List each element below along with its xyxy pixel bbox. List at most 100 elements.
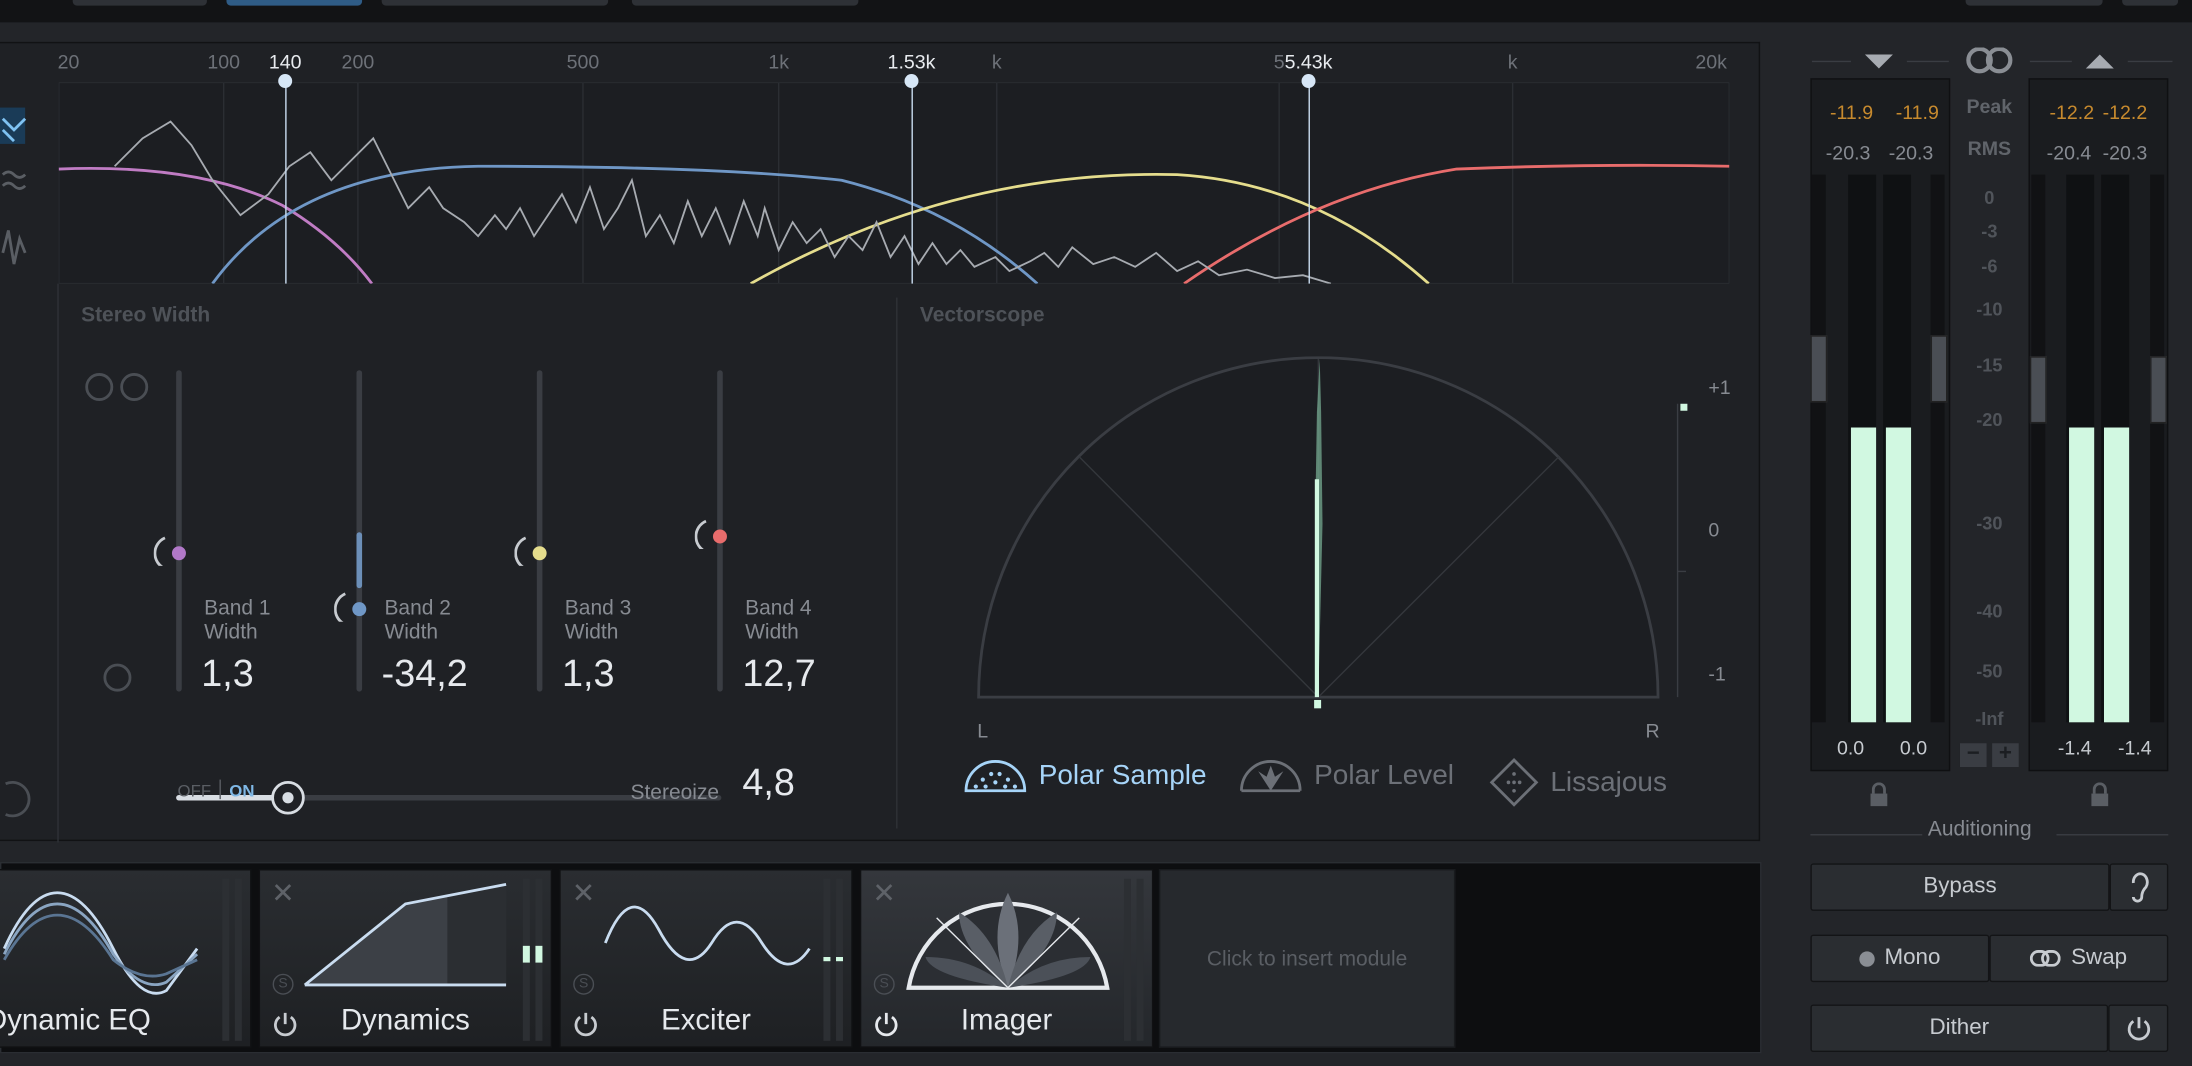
tool-icons[interactable] bbox=[0, 99, 39, 281]
band-3-width-handle[interactable] bbox=[514, 532, 548, 566]
module-name: Imager bbox=[960, 1004, 1053, 1037]
output-lock-icon[interactable] bbox=[2089, 782, 2111, 807]
top-toolbar bbox=[0, 0, 2192, 23]
tab-polar-level[interactable]: Polar Level bbox=[1239, 757, 1454, 793]
solo-module-icon[interactable]: S bbox=[272, 973, 294, 995]
remove-module-icon[interactable]: ✕ bbox=[271, 876, 294, 911]
insert-module-slot[interactable]: Click to insert module bbox=[1158, 868, 1456, 1048]
module-name: Exciter bbox=[661, 1004, 751, 1037]
polar-sample-icon bbox=[964, 760, 1027, 793]
swap-button[interactable]: Swap bbox=[1989, 934, 2169, 983]
band-1-width-track[interactable] bbox=[176, 370, 182, 692]
solo-module-icon[interactable]: S bbox=[573, 973, 595, 995]
input-gain-fader-right[interactable] bbox=[1930, 335, 1948, 403]
crossover-frequency[interactable]: 140 bbox=[269, 50, 302, 72]
toolbar-button[interactable] bbox=[381, 0, 609, 6]
crossover-line[interactable] bbox=[1308, 82, 1310, 284]
module-level-r bbox=[836, 957, 843, 962]
band-1-width-handle[interactable] bbox=[153, 532, 188, 566]
input-gain-fader-left[interactable] bbox=[1810, 335, 1828, 403]
stereoize-on-label[interactable]: ON bbox=[229, 781, 254, 801]
toolbar-button[interactable] bbox=[72, 0, 207, 6]
toolbar-button[interactable] bbox=[631, 0, 859, 6]
solo-icon[interactable] bbox=[101, 661, 137, 697]
toolbar-button[interactable] bbox=[1965, 0, 2103, 6]
auditioning-rule-right bbox=[2056, 834, 2169, 836]
band-3-width-track[interactable] bbox=[536, 370, 543, 692]
module-exciter[interactable]: ✕ S Exciter bbox=[559, 868, 853, 1048]
remove-module-icon[interactable]: ✕ bbox=[872, 876, 895, 911]
band-sub-label: Width bbox=[564, 620, 619, 645]
band-1-label: Band 1 Width bbox=[204, 597, 270, 645]
meter-scale-label: 0 bbox=[1984, 187, 1995, 209]
left-separator bbox=[57, 283, 59, 843]
ear-button[interactable] bbox=[2109, 863, 2169, 911]
rms-label: RMS bbox=[1967, 136, 2012, 160]
meter-scale-label: -3 bbox=[1981, 220, 1998, 242]
off-on-divider bbox=[219, 779, 221, 800]
freq-label: 500 bbox=[566, 50, 600, 73]
output-gain-fader-left[interactable] bbox=[2029, 356, 2047, 424]
output-gain-track-right bbox=[2150, 174, 2165, 723]
band-4-width-handle[interactable] bbox=[694, 516, 729, 550]
crossover-frequency[interactable]: 1.53k bbox=[888, 50, 936, 72]
mono-button[interactable]: Mono bbox=[1810, 934, 1990, 983]
decrease-range-button[interactable]: − bbox=[1959, 743, 1987, 768]
dither-power-button[interactable] bbox=[2108, 1004, 2169, 1053]
band-4-width-value[interactable]: 12,7 bbox=[742, 652, 815, 695]
output-out-left: -1.4 bbox=[2057, 736, 2092, 759]
crossover-frequency[interactable]: 5.43k bbox=[1285, 50, 1333, 72]
crossover-handle[interactable] bbox=[278, 74, 293, 89]
insert-module-label: Click to insert module bbox=[1206, 946, 1408, 971]
band-3-label: Band 3 Width bbox=[565, 597, 631, 645]
crossover-handle[interactable] bbox=[1301, 74, 1316, 89]
input-peak-left: -11.9 bbox=[1829, 100, 1874, 123]
crossover-handle[interactable] bbox=[904, 74, 919, 89]
bypass-label: Bypass bbox=[1923, 874, 1997, 899]
band-2-label: Band 2 Width bbox=[384, 597, 450, 645]
toolbar-button-active[interactable] bbox=[226, 0, 363, 6]
stereoize-knob[interactable] bbox=[271, 780, 305, 815]
module-dynamic-eq[interactable]: Dynamic EQ bbox=[0, 868, 252, 1048]
band-1-width-value[interactable]: 1,3 bbox=[201, 652, 253, 695]
dynamic-eq-icon bbox=[2, 891, 199, 995]
band-2-width-fill bbox=[356, 532, 363, 589]
tab-polar-sample[interactable]: Polar Sample bbox=[963, 757, 1207, 793]
band-2-width-value[interactable]: -34,2 bbox=[382, 652, 468, 695]
input-rms-right: -20.3 bbox=[1888, 141, 1934, 164]
output-level-right bbox=[2103, 427, 2130, 723]
dynamics-icon bbox=[303, 882, 507, 987]
crossover-line[interactable] bbox=[285, 82, 287, 284]
output-meter-panel bbox=[2028, 78, 2169, 772]
input-lock-icon[interactable] bbox=[1868, 782, 1890, 807]
toolbar-button[interactable] bbox=[2122, 0, 2179, 6]
module-level-l bbox=[522, 945, 530, 963]
dither-button[interactable]: Dither bbox=[1810, 1004, 2109, 1053]
input-level-right bbox=[1885, 427, 1912, 723]
increase-range-button[interactable]: + bbox=[1992, 743, 2019, 768]
spectrum-display[interactable] bbox=[58, 82, 1730, 284]
link-bands-icon[interactable] bbox=[81, 367, 156, 409]
module-dynamics[interactable]: ✕ S Dynamics bbox=[258, 868, 553, 1048]
module-imager[interactable]: ✕ S Imager bbox=[859, 868, 1154, 1048]
band-2-width-handle[interactable] bbox=[334, 588, 368, 622]
freq-label: 20 bbox=[57, 50, 80, 73]
stereoize-value[interactable]: 4,8 bbox=[742, 761, 794, 804]
solo-module-icon[interactable]: S bbox=[873, 973, 895, 995]
power-icon bbox=[2127, 1017, 2150, 1041]
band-name: Band 3 bbox=[564, 596, 632, 621]
band-2-width-track[interactable] bbox=[356, 370, 363, 692]
input-arrow-icon bbox=[1864, 54, 1893, 69]
bypass-button[interactable]: Bypass bbox=[1810, 863, 2110, 911]
remove-module-icon[interactable]: ✕ bbox=[572, 876, 595, 911]
input-peak-right: -11.9 bbox=[1895, 100, 1939, 123]
stereoize-label: Stereoize bbox=[630, 780, 720, 805]
reset-icon[interactable] bbox=[0, 775, 31, 823]
output-gain-fader-right[interactable] bbox=[2150, 356, 2167, 424]
scope-left-label: L bbox=[977, 719, 989, 742]
crossover-line[interactable] bbox=[911, 82, 913, 284]
tab-lissajous[interactable]: Lissajous bbox=[1489, 757, 1667, 807]
band-3-width-value[interactable]: 1,3 bbox=[562, 652, 614, 695]
freq-label: k bbox=[991, 50, 1002, 73]
stereoize-off-label[interactable]: OFF bbox=[178, 781, 212, 801]
